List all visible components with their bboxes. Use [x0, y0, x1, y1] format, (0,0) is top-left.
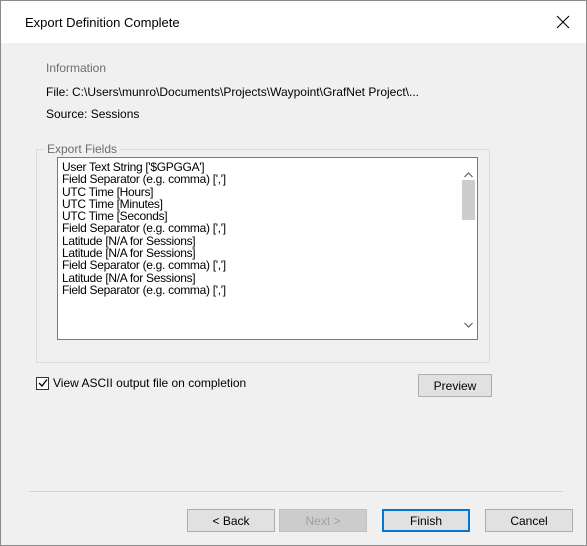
scroll-down-button[interactable] — [460, 316, 477, 333]
chevron-up-icon — [464, 171, 473, 177]
list-item[interactable]: Field Separator (e.g. comma) [','] — [62, 284, 457, 297]
preview-button[interactable]: Preview — [418, 374, 492, 397]
list-item[interactable]: Field Separator (e.g. comma) [','] — [62, 173, 457, 186]
cancel-button[interactable]: Cancel — [485, 509, 573, 532]
chevron-down-icon — [464, 322, 473, 328]
source-text: Source: Sessions — [46, 107, 140, 121]
view-ascii-checkbox[interactable] — [36, 376, 49, 390]
list-item[interactable]: Field Separator (e.g. comma) [','] — [62, 222, 457, 235]
export-fields-group: Export Fields User Text String ['$GPGGA'… — [36, 142, 490, 363]
dialog-title: Export Definition Complete — [25, 15, 180, 30]
file-path-text: File: C:\Users\munro\Documents\Projects\… — [46, 85, 420, 99]
close-button[interactable] — [540, 1, 586, 43]
view-ascii-label: View ASCII output file on completion — [53, 376, 247, 390]
export-definition-dialog: Export Definition Complete Information F… — [0, 0, 587, 546]
title-bar: Export Definition Complete — [1, 1, 586, 43]
view-ascii-option[interactable]: View ASCII output file on completion — [36, 376, 246, 390]
checkmark-icon — [38, 379, 48, 387]
export-fields-listbox[interactable]: User Text String ['$GPGGA'] Field Separat… — [57, 157, 478, 340]
information-label: Information — [46, 61, 107, 75]
footer-separator — [29, 491, 563, 492]
vertical-scrollbar[interactable] — [460, 158, 477, 339]
back-button[interactable]: < Back — [187, 509, 275, 532]
export-fields-label: Export Fields — [45, 142, 120, 156]
export-fields-list: User Text String ['$GPGGA'] Field Separat… — [62, 161, 457, 297]
finish-button[interactable]: Finish — [382, 509, 470, 532]
information-group: Information File: C:\Users\munro\Documen… — [36, 61, 490, 133]
next-button[interactable]: Next > — [279, 509, 367, 532]
close-icon — [556, 15, 570, 29]
scroll-thumb[interactable] — [462, 180, 475, 220]
list-item[interactable]: Field Separator (e.g. comma) [','] — [62, 259, 457, 272]
